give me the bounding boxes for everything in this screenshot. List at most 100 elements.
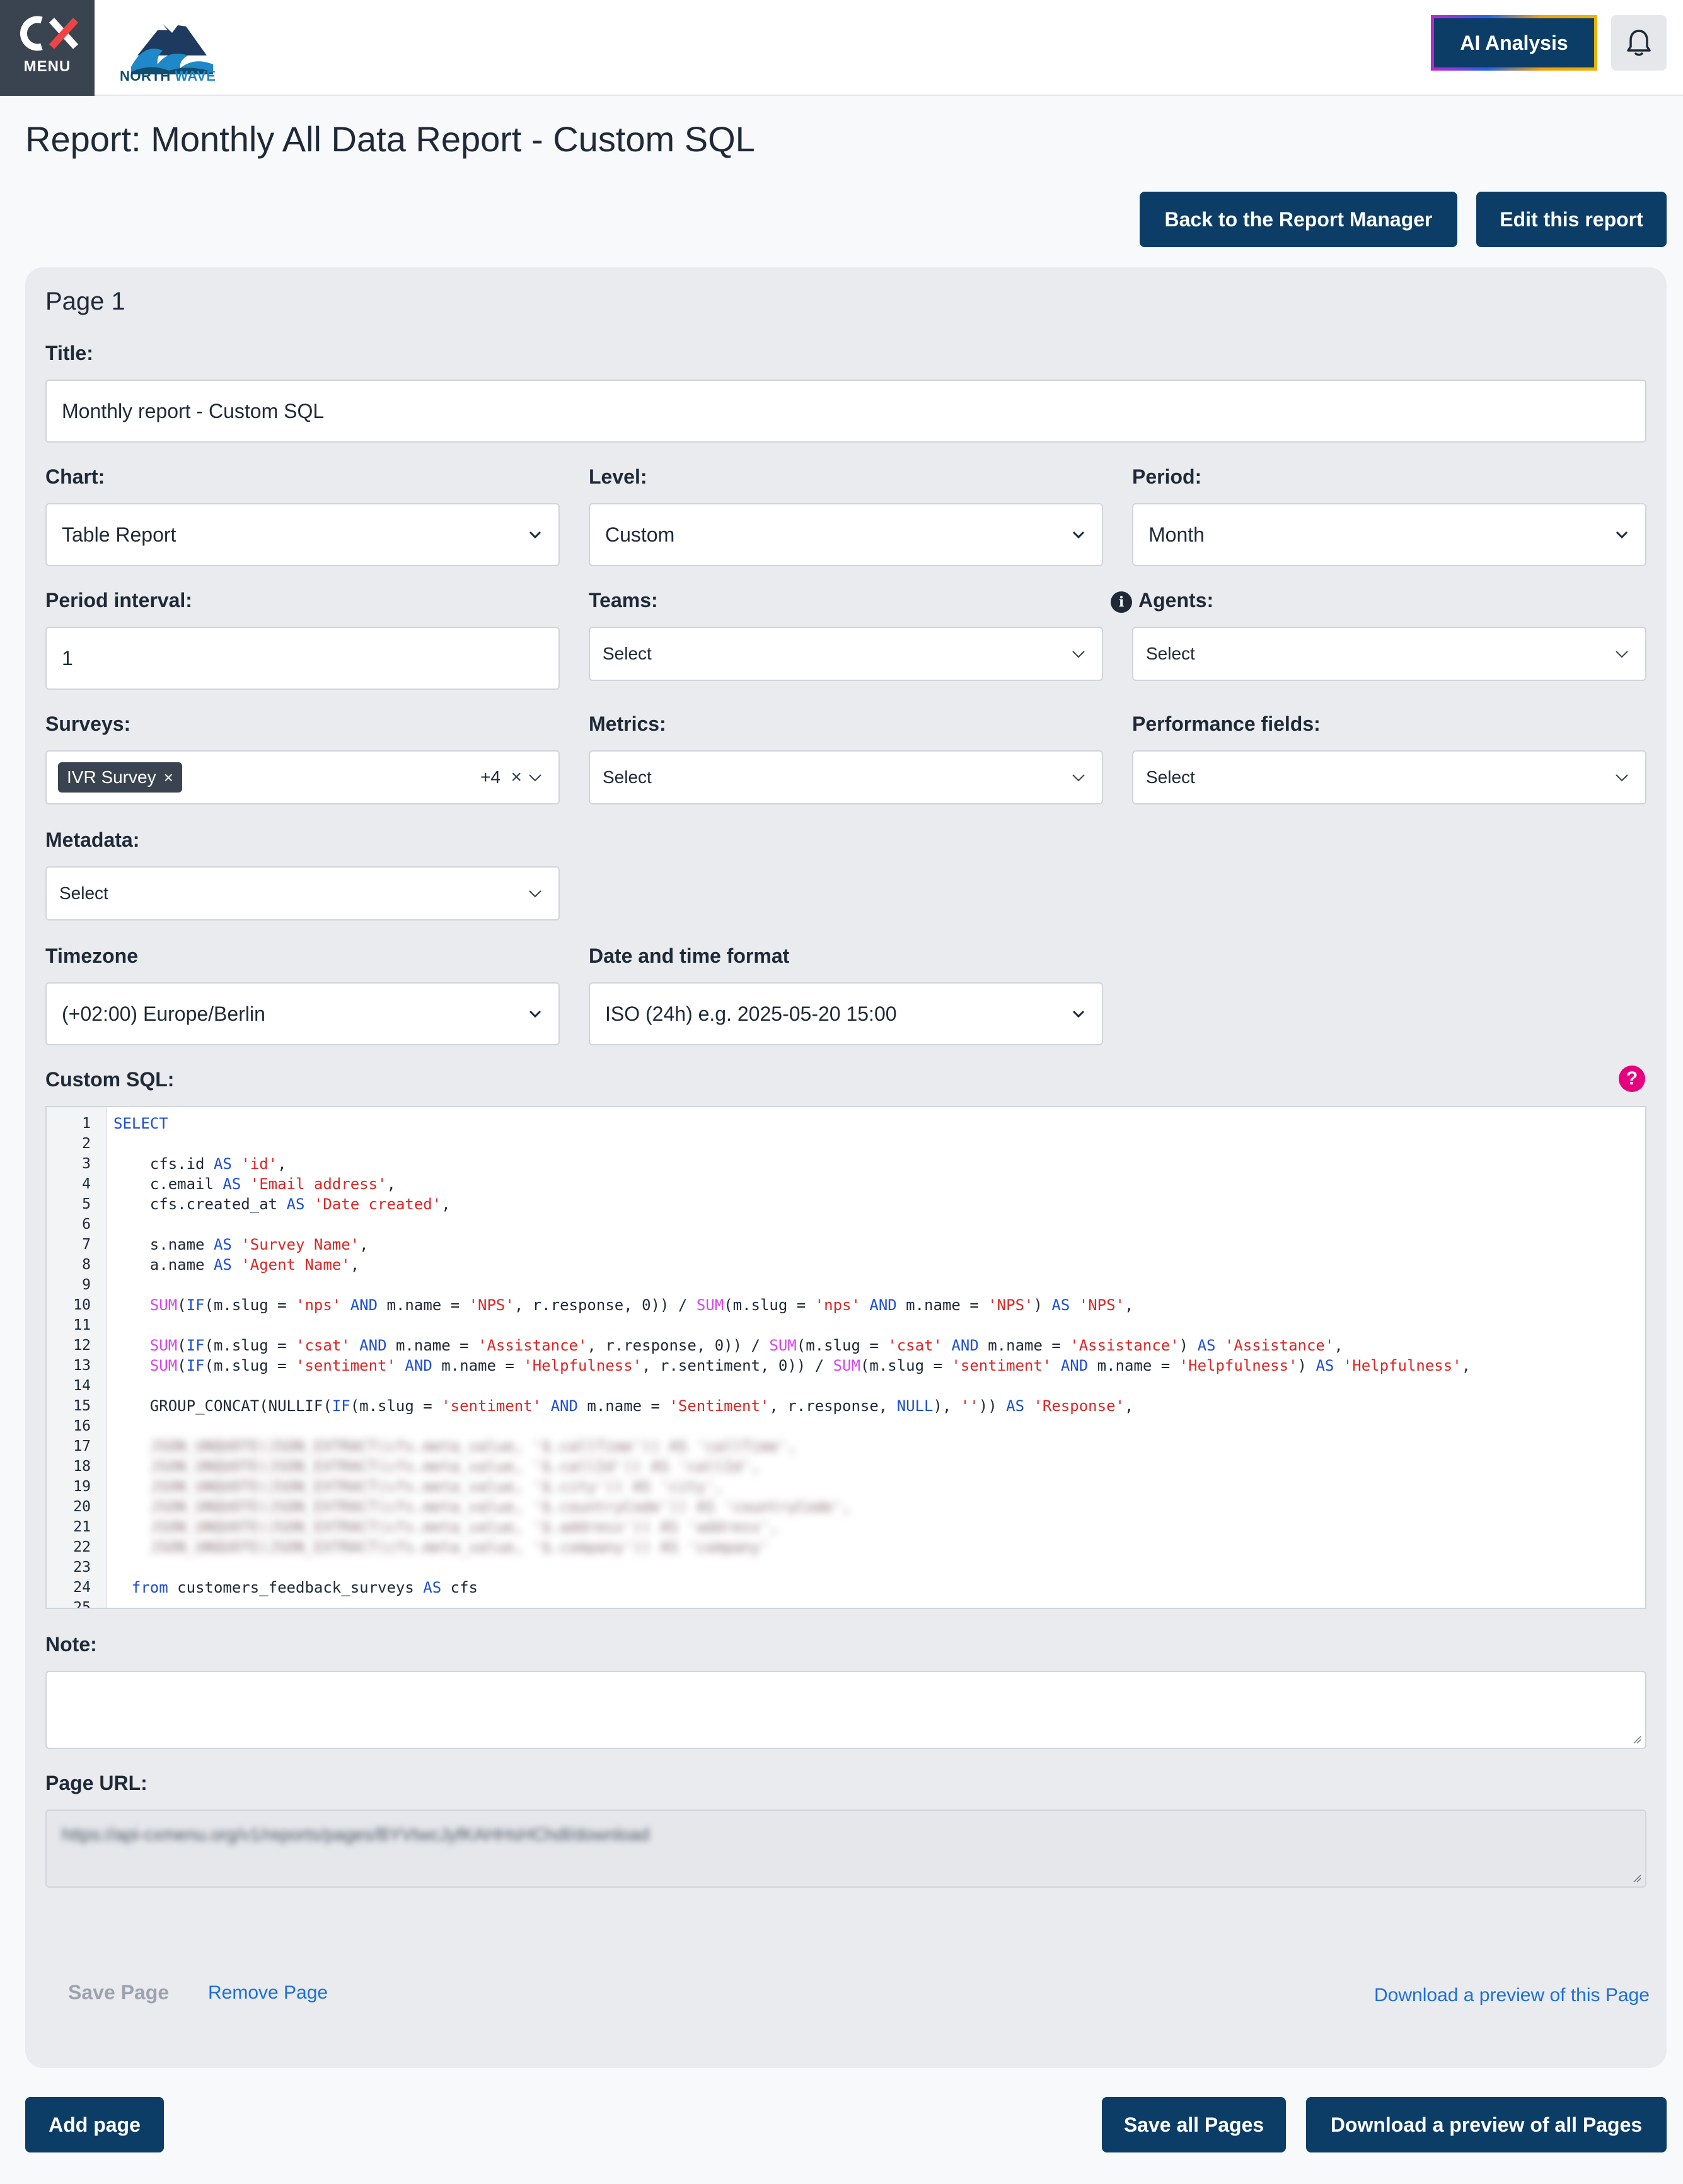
save-page-button[interactable]: Save Page [68, 1981, 169, 2004]
chart-label: Chart: [45, 465, 105, 488]
custom-sql-label: Custom SQL: [45, 1068, 175, 1091]
timezone-label: Timezone [45, 944, 138, 967]
teams-select[interactable]: Select [589, 627, 1103, 681]
title-label: Title: [45, 342, 93, 364]
period-label: Period: [1132, 465, 1202, 488]
code-line: 22 JSON_UNQUOTE(JSON_EXTRACT(cfs.meta_va… [47, 1537, 1645, 1557]
code-line: 8 a.name AS 'Agent Name', [47, 1255, 1645, 1275]
timezone-select[interactable]: (+02:00) Europe/Berlin [45, 982, 560, 1045]
page-url-value: https://api-cxmenu.org/v1/reports/pages/… [62, 1825, 650, 1844]
download-page-preview-link[interactable]: Download a preview of this Page [1374, 1985, 1650, 2006]
ai-analysis-button[interactable]: AI Analysis [1431, 15, 1597, 71]
code-line: 1 SELECT [47, 1113, 1645, 1134]
remove-tag-icon[interactable]: × [164, 768, 173, 787]
sql-code: 1 SELECT 2 3 cfs.id AS 'id', 4 c.email AS 'E… [47, 1113, 1645, 1609]
code-text: JSON_UNQUOTE(JSON_EXTRACT(cfs.meta_value… [113, 1438, 797, 1455]
title-input[interactable]: Monthly report - Custom SQL [45, 380, 1646, 443]
period-select[interactable]: Month [1132, 503, 1646, 566]
code-line: 21 JSON_UNQUOTE(JSON_EXTRACT(cfs.meta_va… [47, 1517, 1645, 1537]
code-line: 12 SUM(IF(m.slug = 'csat' AND m.name = '… [47, 1335, 1645, 1356]
level-label: Level: [589, 465, 647, 488]
chevron-down-icon [1072, 531, 1085, 539]
code-line: 16 [47, 1416, 1645, 1436]
surveys-multiselect[interactable]: IVR Survey × +4 × [45, 750, 560, 804]
line-number: 13 [73, 1357, 91, 1374]
menu-button[interactable]: MENU [0, 0, 95, 96]
code-text: SUM(IF(m.slug = 'sentiment' AND m.name =… [149, 1357, 1471, 1374]
performance-fields-select[interactable]: Select [1132, 750, 1646, 804]
bell-icon [1627, 30, 1651, 56]
line-number: 22 [73, 1539, 91, 1555]
period-interval-input[interactable]: 1 [45, 627, 560, 690]
resize-handle-icon[interactable] [1633, 1874, 1641, 1883]
note-textarea[interactable] [45, 1671, 1646, 1749]
remove-page-link[interactable]: Remove Page [208, 1982, 328, 2004]
help-icon[interactable]: ? [1619, 1066, 1645, 1092]
back-to-report-manager-button[interactable]: Back to the Report Manager [1140, 192, 1457, 247]
metrics-label: Metrics: [589, 712, 666, 735]
brand-name: NORTH WAVE [120, 68, 216, 84]
code-text: JSON_UNQUOTE(JSON_EXTRACT(cfs.meta_value… [113, 1538, 770, 1556]
agents-select[interactable]: Select [1132, 627, 1646, 681]
metadata-select[interactable]: Select [45, 866, 560, 921]
level-select[interactable]: Custom [589, 503, 1103, 566]
code-line: 14 [47, 1376, 1645, 1396]
line-number: 15 [73, 1398, 91, 1414]
resize-handle-icon[interactable] [1633, 1735, 1641, 1744]
line-number: 7 [82, 1236, 91, 1253]
performance-fields-label: Performance fields: [1132, 712, 1321, 735]
chevron-down-icon [1616, 531, 1628, 539]
survey-tag: IVR Survey × [58, 762, 182, 793]
line-number: 2 [82, 1136, 91, 1152]
chevron-down-icon [529, 1010, 541, 1018]
period-interval-label: Period interval: [45, 589, 192, 612]
page-title: Report: Monthly All Data Report - Custom… [25, 119, 755, 159]
metrics-select[interactable]: Select [589, 750, 1103, 804]
code-line: 5 cfs.created_at AS 'Date created', [47, 1194, 1645, 1214]
top-bar: MENU NORTH WAVE AI Analysis [0, 0, 1683, 96]
line-number: 1 [82, 1115, 91, 1132]
line-number: 11 [73, 1317, 91, 1333]
line-number: 10 [73, 1297, 91, 1313]
edit-report-button[interactable]: Edit this report [1476, 192, 1667, 247]
agents-label: Agents: [1138, 589, 1214, 612]
chart-select[interactable]: Table Report [45, 503, 560, 566]
page-url-field[interactable]: https://api-cxmenu.org/v1/reports/pages/… [45, 1809, 1646, 1888]
line-number: 8 [82, 1257, 91, 1273]
date-format-select[interactable]: ISO (24h) e.g. 2025-05-20 15:00 [589, 982, 1103, 1045]
code-text: SUM(IF(m.slug = 'nps' AND m.name = 'NPS'… [149, 1296, 1134, 1314]
chevron-down-icon [1072, 1010, 1085, 1018]
code-text: JSON_UNQUOTE(JSON_EXTRACT(cfs.meta_value… [113, 1498, 852, 1516]
save-all-pages-button[interactable]: Save all Pages [1102, 2097, 1286, 2152]
line-number: 5 [82, 1196, 91, 1212]
line-number: 18 [73, 1458, 91, 1475]
line-number: 12 [73, 1337, 91, 1354]
code-line: 18 JSON_UNQUOTE(JSON_EXTRACT(cfs.meta_va… [47, 1456, 1645, 1477]
line-number: 23 [73, 1559, 91, 1576]
line-number: 25 [73, 1600, 91, 1609]
notifications-button[interactable] [1611, 15, 1667, 71]
download-all-pages-preview-button[interactable]: Download a preview of all Pages [1306, 2097, 1667, 2152]
line-number: 21 [73, 1519, 91, 1535]
code-text: s.name AS 'Survey Name', [113, 1236, 369, 1253]
info-icon[interactable]: i [1111, 591, 1132, 613]
clear-icon[interactable]: × [511, 767, 522, 788]
code-line: 10 SUM(IF(m.slug = 'nps' AND m.name = 'N… [47, 1295, 1645, 1315]
chevron-down-icon [529, 890, 541, 898]
chevron-down-icon [1072, 651, 1085, 658]
code-line: 9 [47, 1275, 1645, 1295]
add-page-button[interactable]: Add page [25, 2097, 164, 2152]
chevron-down-icon [1616, 774, 1628, 782]
teams-label: Teams: [589, 589, 658, 612]
code-line: 17 JSON_UNQUOTE(JSON_EXTRACT(cfs.meta_va… [47, 1436, 1645, 1456]
line-number: 20 [73, 1499, 91, 1515]
code-text: cfs.created_at AS 'Date created', [113, 1195, 451, 1213]
code-line: 7 s.name AS 'Survey Name', [47, 1234, 1645, 1255]
menu-label: MENU [23, 58, 71, 75]
page-heading: Page 1 [45, 288, 125, 315]
code-line: 20 JSON_UNQUOTE(JSON_EXTRACT(cfs.meta_va… [47, 1497, 1645, 1517]
line-number: 24 [73, 1579, 91, 1596]
page-url-label: Page URL: [45, 1772, 147, 1794]
sql-editor[interactable]: 1 SELECT 2 3 cfs.id AS 'id', 4 c.email AS 'E… [45, 1106, 1646, 1609]
code-line: 25 [47, 1598, 1645, 1609]
